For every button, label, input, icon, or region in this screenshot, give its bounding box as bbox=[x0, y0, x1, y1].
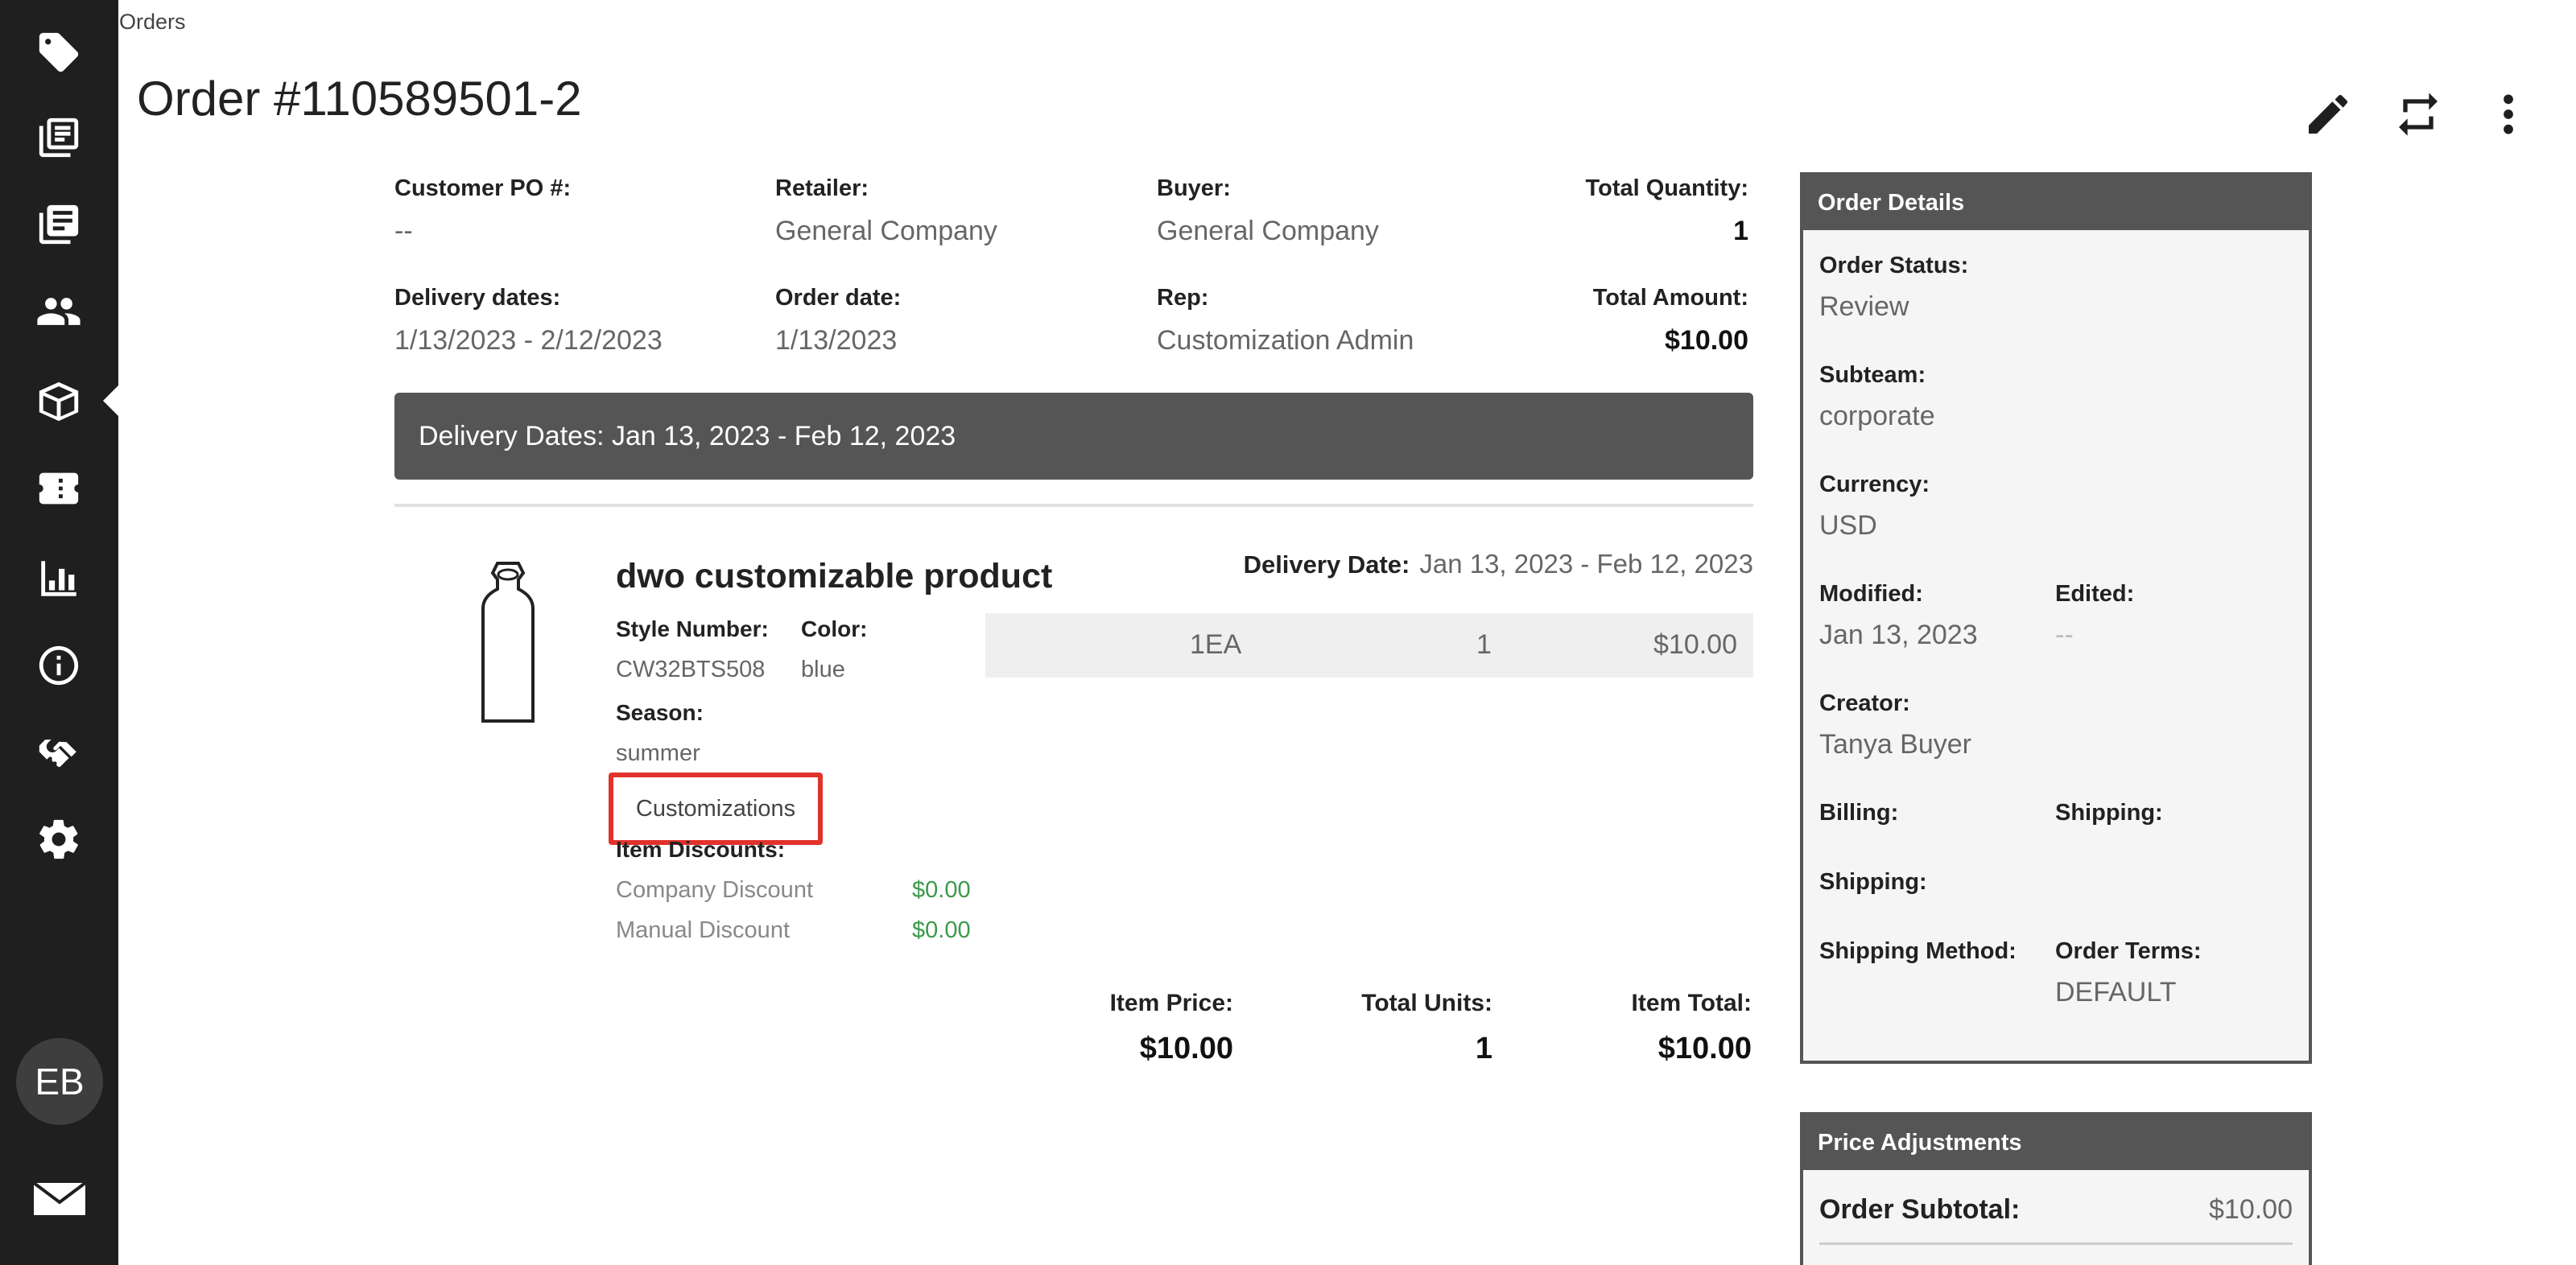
order-date-label: Order date: bbox=[775, 285, 902, 311]
season-value: summer bbox=[616, 740, 700, 766]
manual-discount-value: $0.00 bbox=[912, 917, 971, 943]
order-status-value: Review bbox=[1819, 291, 1909, 322]
promotion-icon[interactable] bbox=[32, 462, 85, 515]
customer-po-label: Customer PO #: bbox=[394, 175, 572, 201]
delivery-dates-band: Delivery Dates: Jan 13, 2023 - Feb 12, 2… bbox=[394, 393, 1753, 480]
info-icon[interactable] bbox=[32, 639, 85, 692]
rep-value: Customization Admin bbox=[1157, 325, 1414, 356]
company-discount-value: $0.00 bbox=[912, 877, 971, 903]
price-adjustments-title: Price Adjustments bbox=[1803, 1115, 2309, 1170]
delivery-dates-label: Delivery dates: bbox=[394, 285, 561, 311]
unit-price: $10.00 bbox=[1653, 629, 1737, 660]
modified-value: Jan 13, 2023 bbox=[1819, 620, 1978, 650]
order-details-panel: Order Details Order Status: Review Subte… bbox=[1800, 172, 2312, 1064]
customizations-button[interactable]: Customizations bbox=[609, 773, 823, 845]
order-status-label: Order Status: bbox=[1819, 253, 1969, 278]
billing-label: Billing: bbox=[1819, 800, 1899, 826]
company-discount-label: Company Discount bbox=[616, 877, 813, 903]
delivery-dates-value: 1/13/2023 - 2/12/2023 bbox=[394, 325, 663, 356]
shipping-address-label: Shipping: bbox=[1819, 869, 1927, 895]
modified-label: Modified: bbox=[1819, 581, 1923, 607]
retailer-label: Retailer: bbox=[775, 175, 869, 201]
linesheet-icon[interactable] bbox=[32, 198, 85, 251]
breadcrumb[interactable]: Orders bbox=[119, 10, 186, 35]
item-discounts-label: Item Discounts: bbox=[616, 837, 786, 862]
quantity-row: 1EA 1 $10.00 bbox=[985, 613, 1753, 678]
total-amount-label: Total Amount: bbox=[1592, 285, 1748, 311]
item-delivery-date: Delivery Date: Jan 13, 2023 - Feb 12, 202… bbox=[1244, 549, 1753, 579]
edited-value: -- bbox=[2055, 620, 2074, 650]
buyer-label: Buyer: bbox=[1157, 175, 1231, 201]
total-quantity-label: Total Quantity: bbox=[1585, 175, 1748, 201]
style-number-value: CW32BTS508 bbox=[616, 657, 766, 682]
season-label: Season: bbox=[616, 700, 704, 725]
subteam-label: Subteam: bbox=[1819, 362, 1926, 388]
manual-discount-label: Manual Discount bbox=[616, 917, 790, 943]
divider bbox=[394, 504, 1753, 507]
edit-button[interactable] bbox=[2301, 87, 2355, 142]
sidebar: EB bbox=[0, 0, 119, 1265]
creator-label: Creator: bbox=[1819, 690, 1910, 716]
kebab-menu-icon bbox=[2504, 94, 2513, 134]
order-details-title: Order Details bbox=[1803, 175, 2309, 230]
catalog-icon[interactable] bbox=[32, 111, 85, 164]
price-adjustments-panel: Price Adjustments Order Subtotal: $10.00 bbox=[1800, 1112, 2312, 1265]
page-title: Order #110589501-2 bbox=[137, 72, 582, 126]
order-actions bbox=[2301, 87, 2536, 142]
edited-label: Edited: bbox=[2055, 581, 2135, 607]
active-indicator bbox=[103, 385, 119, 417]
item-total-label: Item Total: bbox=[1631, 990, 1752, 1016]
product-name[interactable]: dwo customizable product bbox=[616, 557, 1052, 596]
subteam-value: corporate bbox=[1819, 401, 1935, 431]
subtotal-divider bbox=[1819, 1242, 2293, 1245]
sync-icon bbox=[2399, 93, 2438, 136]
item-delivery-value: Jan 13, 2023 - Feb 12, 2023 bbox=[1419, 549, 1753, 579]
brand-logo-icon bbox=[34, 1183, 85, 1215]
shipping-label: Shipping: bbox=[2055, 800, 2163, 826]
order-date-value: 1/13/2023 bbox=[775, 325, 898, 356]
rep-label: Rep: bbox=[1157, 285, 1209, 311]
order-subtotal-value: $10.00 bbox=[2209, 1194, 2293, 1225]
total-amount-value: $10.00 bbox=[1665, 325, 1748, 356]
item-price-value: $10.00 bbox=[1139, 1032, 1233, 1065]
gear-icon[interactable] bbox=[32, 813, 85, 866]
product-image bbox=[481, 562, 535, 723]
shipping-method-label: Shipping Method: bbox=[1819, 938, 2017, 964]
total-quantity-value: 1 bbox=[1733, 216, 1748, 246]
handshake-icon[interactable] bbox=[32, 726, 85, 779]
creator-value: Tanya Buyer bbox=[1819, 729, 1971, 760]
total-units-value: 1 bbox=[1475, 1032, 1492, 1065]
order-terms-label: Order Terms: bbox=[2055, 938, 2202, 964]
chart-icon[interactable] bbox=[32, 552, 85, 605]
item-total-value: $10.00 bbox=[1657, 1032, 1752, 1065]
users-icon[interactable] bbox=[32, 285, 85, 338]
customer-po-value: -- bbox=[394, 216, 413, 246]
pencil-icon bbox=[2309, 95, 2347, 134]
order-subtotal-label: Order Subtotal: bbox=[1819, 1194, 2021, 1225]
buyer-value: General Company bbox=[1157, 216, 1379, 246]
tag-icon[interactable] bbox=[32, 26, 85, 79]
more-options-button[interactable] bbox=[2481, 87, 2536, 142]
currency-label: Currency: bbox=[1819, 472, 1930, 497]
order-terms-value: DEFAULT bbox=[2055, 977, 2177, 1007]
unit-of-measure: 1EA bbox=[1190, 629, 1242, 660]
currency-value: USD bbox=[1819, 510, 1877, 541]
avatar[interactable]: EB bbox=[16, 1038, 103, 1125]
item-delivery-label: Delivery Date: bbox=[1243, 550, 1410, 579]
sync-button[interactable] bbox=[2391, 87, 2446, 142]
quantity-value[interactable]: 1 bbox=[1476, 629, 1492, 661]
color-label: Color: bbox=[801, 616, 868, 641]
color-value: blue bbox=[801, 657, 845, 682]
retailer-value: General Company bbox=[775, 216, 997, 246]
box-icon[interactable] bbox=[32, 375, 85, 428]
style-number-label: Style Number: bbox=[616, 616, 769, 641]
item-price-label: Item Price: bbox=[1109, 990, 1233, 1016]
total-units-label: Total Units: bbox=[1361, 990, 1492, 1016]
